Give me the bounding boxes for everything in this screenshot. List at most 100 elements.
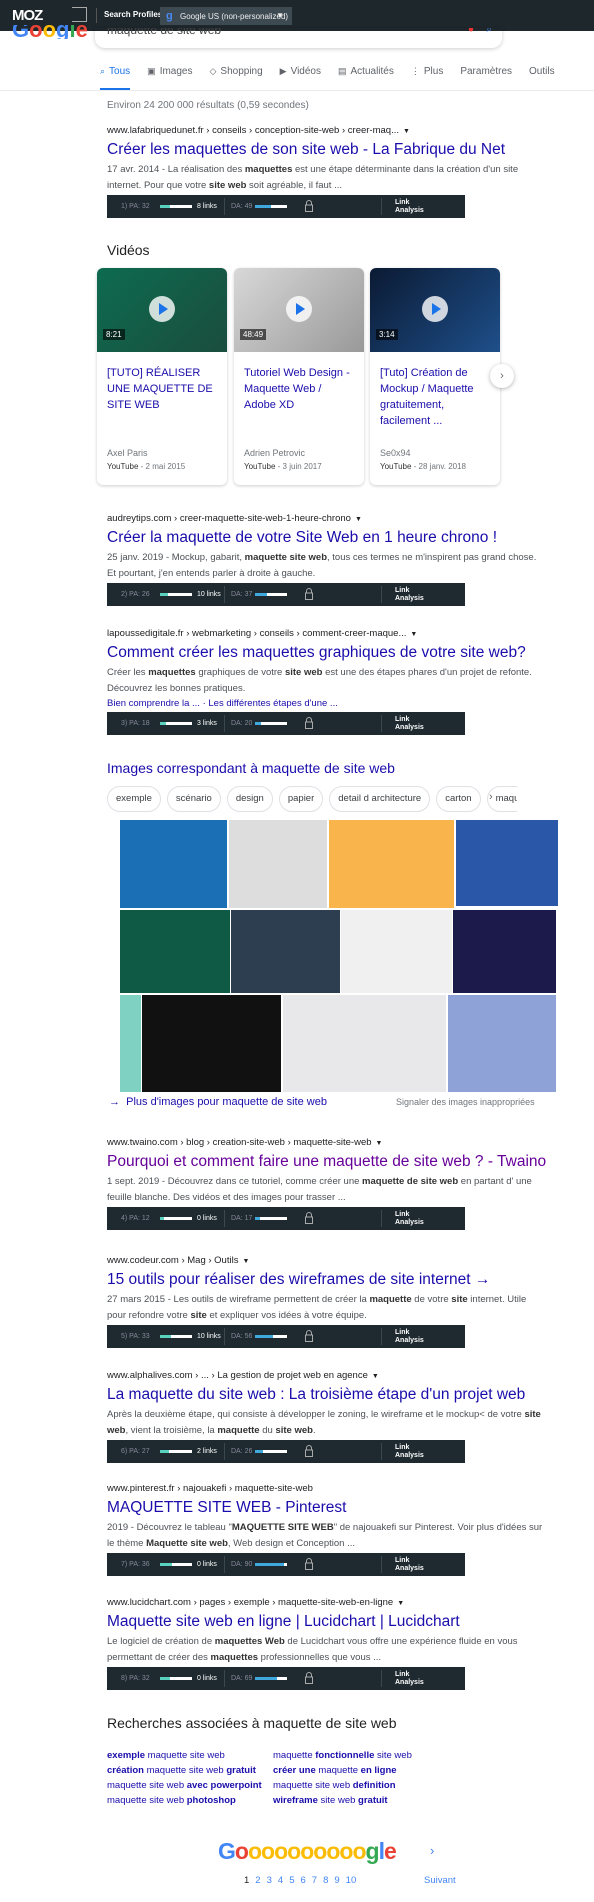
link-analysis-button[interactable]: Link Analysis [395,1444,425,1460]
result-url[interactable]: www.lucidchart.com › pages › exemple › m… [107,1597,547,1611]
related-search-link[interactable]: exemple maquette site web [107,1750,273,1761]
microphone-icon[interactable]: ● [468,28,474,35]
search-input[interactable]: maquette de site web ● ⌕ [95,28,502,48]
result-title-link[interactable]: Pourquoi et comment faire une maquette d… [107,1153,547,1173]
result-title-link[interactable]: 15 outils pour réaliser des wireframes d… [107,1271,547,1291]
video-card[interactable]: 8:21 [TUTO] RÉALISER UNE MAQUETTE DE SITE… [97,268,227,485]
result-url[interactable]: www.alphalives.com › ... › La gestion de… [107,1370,547,1384]
image-result[interactable] [329,820,454,908]
lock-icon[interactable] [305,1212,313,1224]
link-analysis-button[interactable]: Link Analysis [395,199,425,215]
lock-icon[interactable] [305,200,313,212]
video-thumbnail[interactable]: 48:49 [234,268,364,352]
image-result[interactable] [231,910,340,993]
exit-icon[interactable] [72,7,87,22]
image-result[interactable] [283,995,446,1092]
chevron-right-icon[interactable]: › [430,1843,434,1858]
link-analysis-button[interactable]: Link Analysis [395,1329,425,1345]
lock-icon[interactable] [305,1445,313,1457]
play-icon[interactable] [286,296,312,322]
image-chip[interactable]: carton [436,786,481,812]
caret-down-icon[interactable]: ▼ [242,1258,249,1265]
image-result[interactable] [448,995,556,1092]
caret-down-icon[interactable]: ▼ [355,516,362,523]
play-icon[interactable] [422,296,448,322]
image-result[interactable] [453,910,556,993]
related-search-link[interactable]: création maquette site web gratuit [107,1765,273,1776]
video-thumbnail[interactable]: 3:14 [370,268,500,352]
videos-next-button[interactable]: › [490,364,514,388]
related-search-link[interactable]: wireframe site web gratuit [273,1795,447,1806]
images-heading[interactable]: Images correspondant à maquette de site … [107,760,395,776]
result-title-link[interactable]: La maquette du site web : La troisième é… [107,1386,547,1406]
sitelink[interactable]: Bien comprendre la ... [107,698,200,709]
image-chip[interactable]: exemple [107,786,161,812]
next-page-link[interactable]: Suivant [424,1875,456,1886]
image-chip[interactable]: scénario [166,786,221,812]
result-url[interactable]: audreytips.com › creer-maquette-site-web… [107,513,547,527]
caret-down-icon[interactable]: ▼ [376,1140,383,1147]
google-logo[interactable]: Google [12,25,88,39]
tab-paramètres[interactable]: Paramètres [460,64,512,90]
page-5[interactable]: 5 [289,1875,294,1886]
page-4[interactable]: 4 [278,1875,283,1886]
result-url[interactable]: www.pinterest.fr › najouakefi › maquette… [107,1483,547,1497]
result-url[interactable]: www.codeur.com › Mag › Outils ▼ [107,1255,547,1269]
image-result[interactable] [456,820,558,906]
image-result[interactable] [120,820,227,908]
result-title-link[interactable]: MAQUETTE SITE WEB - Pinterest [107,1499,547,1519]
page-7[interactable]: 7 [312,1875,317,1886]
play-icon[interactable] [149,296,175,322]
tab-actualités[interactable]: ▤ Actualités [338,64,394,90]
lock-icon[interactable] [305,717,313,729]
related-search-link[interactable]: maquette site web avec powerpoint [107,1780,273,1791]
result-url[interactable]: www.twaino.com › blog › creation-site-we… [107,1137,547,1151]
video-title[interactable]: [Tuto] Création de Mockup / Maquette gra… [370,352,500,448]
image-chip[interactable]: detail d architecture [329,786,431,812]
image-result[interactable] [142,995,281,1092]
image-chip[interactable]: design [226,786,273,812]
page-9[interactable]: 9 [334,1875,339,1886]
related-search-link[interactable]: créer une maquette en ligne [273,1765,447,1776]
related-search-link[interactable]: maquette site web photoshop [107,1795,273,1806]
tab-shopping[interactable]: ◇ Shopping [209,64,262,90]
result-title-link[interactable]: Créer les maquettes de son site web - La… [107,141,547,161]
related-search-link[interactable]: maquette site web definition [273,1780,447,1791]
related-search-link[interactable]: maquette fonctionnelle site web [273,1750,447,1761]
image-result[interactable] [341,910,452,993]
image-chip[interactable]: papier [278,786,324,812]
lock-icon[interactable] [305,588,313,600]
result-url[interactable]: www.lafabriquedunet.fr › conseils › conc… [107,125,547,139]
lock-icon[interactable] [305,1558,313,1570]
image-result[interactable] [120,910,230,993]
more-images-link[interactable]: → Plus d'images pour maquette de site we… [109,1096,327,1108]
tab-vidéos[interactable]: ▶ Vidéos [280,64,321,90]
tab-plus[interactable]: ⋮ Plus [411,64,443,90]
result-title-link[interactable]: Maquette site web en ligne | Lucidchart … [107,1613,547,1633]
page-8[interactable]: 8 [323,1875,328,1886]
link-analysis-button[interactable]: Link Analysis [395,1557,425,1573]
link-analysis-button[interactable]: Link Analysis [395,587,425,603]
tab-outils[interactable]: Outils [529,64,555,90]
video-card[interactable]: 3:14 [Tuto] Création de Mockup / Maquette… [370,268,500,485]
video-thumbnail[interactable]: 8:21 [97,268,227,352]
sitelink[interactable]: Les différentes étapes d'une ... [208,698,337,709]
video-card[interactable]: 48:49 Tutoriel Web Design - Maquette Web … [234,268,364,485]
result-url[interactable]: lapoussedigitale.fr › webmarketing › con… [107,628,547,642]
caret-down-icon[interactable]: ▼ [403,128,410,135]
lock-icon[interactable] [305,1672,313,1684]
caret-down-icon[interactable]: ▼ [397,1600,404,1607]
video-title[interactable]: [TUTO] RÉALISER UNE MAQUETTE DE SITE WEB [97,352,227,448]
lock-icon[interactable] [305,1330,313,1342]
image-result[interactable] [229,820,327,908]
tab-tous[interactable]: ⌕ Tous [100,64,131,90]
search-icon[interactable]: ⌕ [486,28,492,35]
result-title-link[interactable]: Comment créer les maquettes graphiques d… [107,644,547,664]
result-title-link[interactable]: Créer la maquette de votre Site Web en 1… [107,529,547,549]
link-analysis-button[interactable]: Link Analysis [395,1671,425,1687]
image-result[interactable] [120,995,141,1092]
page-10[interactable]: 10 [346,1875,357,1886]
page-6[interactable]: 6 [300,1875,305,1886]
chevron-right-icon[interactable]: › [489,791,493,803]
caret-down-icon[interactable]: ▼ [410,631,417,638]
